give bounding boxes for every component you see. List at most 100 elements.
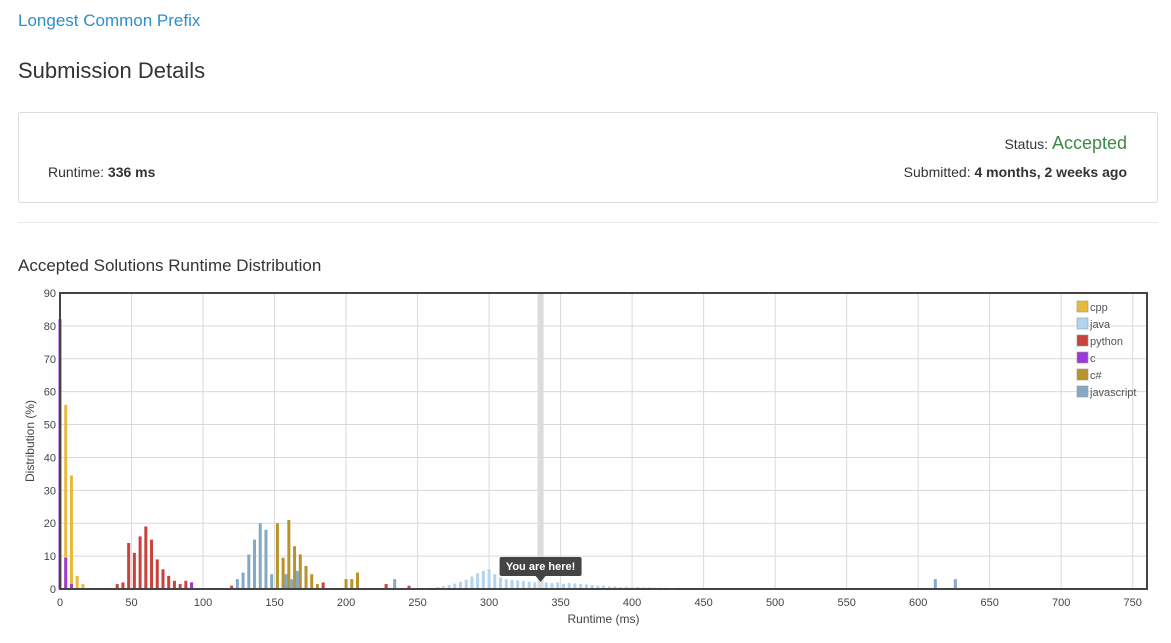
chart-ticks: 0 50 100 150 200 250 300 350 400 450 500 550 600 650 7… [44,288,1142,609]
tooltip-arrow [535,576,546,582]
submission-details-panel: Status: Accepted Runtime: 336 ms Submitt… [18,112,1158,203]
legend-label: c# [1090,370,1103,382]
legend-item-c[interactable]: c [1076,351,1096,365]
y-tick-label: 30 [44,485,56,497]
bar-python [167,575,171,589]
bar-python [150,539,154,589]
bar-python [132,552,136,589]
y-tick-label: 40 [44,452,56,464]
bar-python [184,580,188,589]
bar-javascript [264,529,268,589]
x-tick-label: 150 [265,597,283,609]
x-tick-label: 300 [480,597,498,609]
bar-javascript [253,539,257,589]
bar-csharp [287,519,291,589]
chart-title: Accepted Solutions Runtime Distribution [18,256,322,275]
x-tick-label: 50 [125,597,137,609]
x-tick-label: 100 [194,597,212,609]
legend-swatch [1076,351,1089,364]
chart-legend[interactable]: cpp java python c c# javascript [1076,300,1136,399]
runtime-row: Runtime: 336 ms [48,164,155,180]
bar-csharp [350,579,354,589]
legend-item-cpp[interactable]: cpp [1076,300,1108,314]
status-row: Status: Accepted [1004,133,1127,154]
y-tick-label: 70 [44,354,56,366]
y-tick-label: 0 [50,584,56,596]
legend-item-java[interactable]: java [1076,317,1111,331]
bar-python [138,536,142,589]
chart-grid [59,292,1147,590]
status-value: Accepted [1051,133,1127,153]
x-axis-label: Runtime (ms) [567,612,639,626]
x-tick-label: 750 [1124,597,1142,609]
bar-python [155,559,159,589]
bar-csharp [304,565,308,589]
section-divider [18,222,1158,223]
runtime-value: 336 ms [107,164,156,180]
legend-label: java [1089,319,1111,331]
bar-python [172,580,176,589]
bar-csharp [355,572,359,589]
you-are-here-tooltip: You are here! [499,557,582,582]
x-tick-label: 650 [980,597,998,609]
bar-javascript [284,574,288,589]
page-title: Submission Details [18,58,206,83]
bar-javascript [290,579,294,589]
legend-label: javascript [1089,387,1136,399]
status-label: Status: [1004,136,1049,152]
bar-java [470,576,474,589]
x-tick-label: 250 [408,597,426,609]
y-axis-label: Distribution (%) [23,400,37,482]
bar-c [64,557,68,589]
y-tick-label: 20 [44,518,56,530]
bar-cpp [69,475,73,589]
legend-swatch [1076,300,1089,313]
submitted-row: Submitted: 4 months, 2 weeks ago [904,164,1127,180]
bar-java [510,579,514,589]
plot-frame [59,292,1148,590]
y-tick-label: 80 [44,321,56,333]
bar-java [464,579,468,589]
y-tick-label: 60 [44,387,56,399]
bar-cpp [75,575,79,589]
bar-java [521,581,525,589]
legend-swatch [1076,317,1089,330]
bar-csharp [344,579,348,589]
bar-python [144,526,148,589]
x-tick-label: 400 [623,597,641,609]
bar-javascript [258,523,262,589]
legend-item-javascript[interactable]: javascript [1076,385,1136,399]
bar-javascript [295,570,299,589]
legend-item-csharp[interactable]: c# [1076,368,1103,382]
bar-java [499,577,503,589]
x-tick-label: 500 [766,597,784,609]
tooltip-label: You are here! [506,561,576,573]
bar-java [476,573,480,589]
bar-javascript [270,574,274,589]
bar-csharp [275,523,279,589]
chart-bars [58,319,1046,589]
legend-label: c [1090,353,1096,365]
bar-csharp [298,554,302,589]
x-tick-label: 450 [694,597,712,609]
x-tick-label: 200 [337,597,355,609]
bar-javascript [241,572,245,589]
bar-java [458,581,462,589]
x-tick-label: 600 [909,597,927,609]
submitted-label: Submitted: [903,164,971,180]
bar-javascript [933,579,937,589]
bar-javascript [235,579,239,589]
bar-javascript [393,579,397,589]
bar-java [504,579,508,589]
x-tick-label: 550 [837,597,855,609]
x-tick-label: 0 [57,597,63,609]
you-are-here-marker [537,293,544,589]
problem-title-link[interactable]: Longest Common Prefix [18,11,200,31]
legend-swatch [1076,368,1089,381]
y-tick-label: 90 [44,288,56,300]
legend-item-python[interactable]: python [1076,334,1123,348]
bar-python [161,569,165,589]
legend-swatch [1076,385,1089,398]
bar-java [527,581,531,589]
bar-csharp [293,546,297,589]
